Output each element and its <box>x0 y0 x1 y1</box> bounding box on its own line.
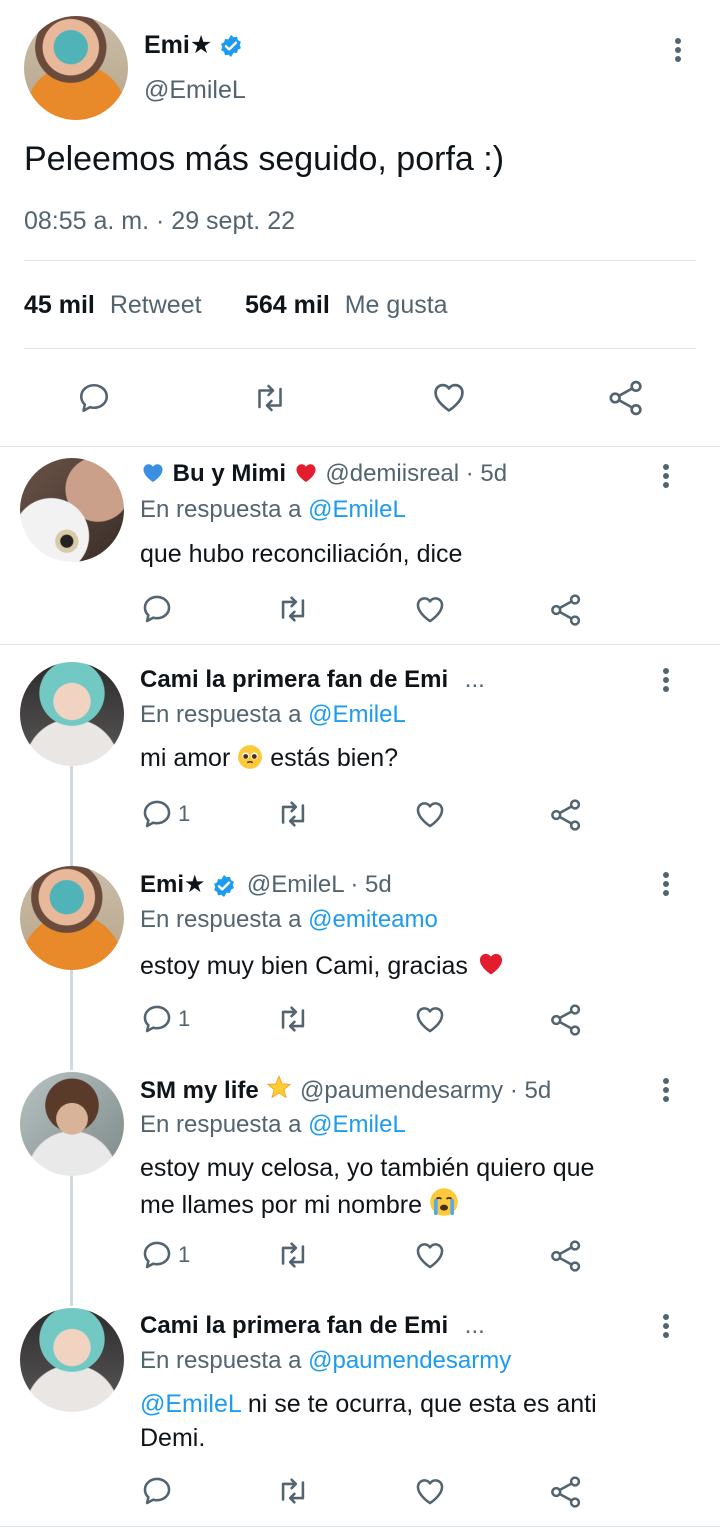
reply-context: En respuesta a @EmileL <box>140 1111 406 1138</box>
reply-context: En respuesta a @EmileL <box>140 496 406 523</box>
retweets-label: Retweet <box>109 291 202 319</box>
reply-header: Bu y Mimi @demiisreal · 5d <box>140 460 507 488</box>
pleading-face-emoji-icon <box>238 745 263 769</box>
reply-time[interactable]: · 5d <box>350 871 391 898</box>
reply-text-line: Demi. <box>140 1424 206 1452</box>
more-options-icon[interactable] <box>662 668 670 695</box>
reply-avatar[interactable] <box>20 458 124 562</box>
reply-avatar[interactable] <box>20 866 124 970</box>
likes-count: 564 mil <box>245 291 330 319</box>
tweet-text: Peleemos más seguido, porfa :) <box>24 140 505 178</box>
more-options-icon[interactable] <box>674 38 682 65</box>
divider <box>0 1526 720 1527</box>
reply-text: estoy muy bien Cami, gracias <box>140 950 507 981</box>
reply-display-name[interactable]: SM my life <box>140 1077 259 1104</box>
retweet-icon[interactable] <box>250 380 290 416</box>
crying-face-emoji-icon <box>430 1188 458 1216</box>
reply-icon[interactable] <box>140 797 174 836</box>
share-icon[interactable] <box>548 592 584 633</box>
reply-display-name[interactable]: Cami la primera fan de Emi <box>140 1312 448 1339</box>
like-icon[interactable] <box>412 1002 448 1041</box>
reply-count: 1 <box>178 1006 191 1031</box>
share-icon[interactable] <box>548 797 584 838</box>
reply-avatar[interactable] <box>20 662 124 766</box>
likes-label: Me gusta <box>344 291 448 319</box>
reply-text: que hubo reconciliación, dice <box>140 540 463 568</box>
divider <box>24 348 696 349</box>
retweet-icon[interactable] <box>274 1474 312 1513</box>
retweet-icon[interactable] <box>274 1238 312 1277</box>
reply-to-mention[interactable]: @EmileL <box>308 1111 406 1138</box>
reply-context: En respuesta a @paumendesarmy <box>140 1347 512 1374</box>
verified-badge-icon <box>214 874 235 897</box>
red-heart-icon <box>296 464 316 482</box>
reply-text: mi amor estás bien? <box>140 744 399 772</box>
verified-badge-icon <box>221 35 242 58</box>
reply-to-mention[interactable]: @EmileL <box>308 496 406 523</box>
more-options-icon[interactable] <box>662 872 670 899</box>
reply-header: Cami la primera fan de Emi ... <box>140 1312 485 1339</box>
reply-to-mention[interactable]: @emiteamo <box>308 906 438 933</box>
thread-line <box>70 970 73 1070</box>
divider <box>0 644 720 645</box>
reply-context: En respuesta a @EmileL <box>140 701 406 728</box>
reply-text-line: estoy muy celosa, yo también quiero que <box>140 1154 595 1182</box>
author-display-name[interactable]: Emi★ <box>144 30 243 60</box>
like-icon[interactable] <box>412 1474 448 1513</box>
reply-icon[interactable] <box>140 592 174 631</box>
like-icon[interactable] <box>429 378 469 416</box>
retweet-icon[interactable] <box>274 1002 312 1041</box>
reply-avatar[interactable] <box>20 1072 124 1176</box>
share-icon[interactable] <box>548 1474 584 1515</box>
more-options-icon[interactable] <box>662 464 670 491</box>
reply-header: Cami la primera fan de Emi ... <box>140 666 485 693</box>
like-icon[interactable] <box>412 1238 448 1277</box>
reply-handle[interactable]: @EmileL <box>247 871 344 898</box>
likes-stats[interactable]: 564 mil Me gusta <box>245 291 448 320</box>
divider <box>0 446 720 447</box>
glowing-star-icon <box>267 1075 292 1099</box>
reply-text-line: @EmileL ni se te ocurra, que esta es ant… <box>140 1390 597 1418</box>
author-avatar[interactable] <box>24 16 128 120</box>
reply-icon[interactable] <box>140 1474 174 1513</box>
reply-to-mention[interactable]: @paumendesarmy <box>308 1347 511 1374</box>
thread-line <box>70 1174 73 1306</box>
reply-count: 1 <box>178 1242 191 1267</box>
blue-heart-icon <box>143 464 163 482</box>
reply-header: Emi★ @EmileL · 5d <box>140 870 392 899</box>
reply-header: SM my life @paumendesarmy · 5d <box>140 1074 551 1105</box>
more-options-icon[interactable] <box>662 1078 670 1105</box>
reply-icon[interactable] <box>140 1002 174 1041</box>
reply-icon[interactable] <box>140 1238 174 1277</box>
retweet-icon[interactable] <box>274 797 312 836</box>
reply-icon[interactable] <box>76 380 112 416</box>
reply-display-name[interactable]: Cami la primera fan de Emi <box>140 666 448 693</box>
reply-time[interactable]: · 5d <box>466 460 507 487</box>
reply-handle[interactable]: @demiisreal <box>325 460 459 487</box>
reply-display-name[interactable]: Bu y Mimi <box>173 460 286 487</box>
like-icon[interactable] <box>412 592 448 631</box>
red-heart-icon <box>479 953 502 975</box>
reply-avatar[interactable] <box>20 1308 124 1412</box>
share-icon[interactable] <box>548 1002 584 1043</box>
reply-count: 1 <box>178 801 191 826</box>
reply-handle[interactable]: @paumendesarmy <box>300 1077 503 1104</box>
reply-display-name[interactable]: Emi★ <box>140 871 206 898</box>
tweet-timestamp[interactable]: 08:55 a. m. · 29 sept. 22 <box>24 207 295 236</box>
like-icon[interactable] <box>412 797 448 836</box>
retweets-count: 45 mil <box>24 291 95 319</box>
more-options-icon[interactable] <box>662 1314 670 1341</box>
reply-text-line: me llames por mi nombre <box>140 1187 459 1220</box>
share-icon[interactable] <box>548 1238 584 1279</box>
author-handle[interactable]: @EmileL <box>144 76 246 105</box>
thread-line <box>70 766 73 866</box>
reply-time[interactable]: · 5d <box>510 1077 551 1104</box>
mention-link[interactable]: @EmileL <box>140 1390 241 1418</box>
reply-context: En respuesta a @emiteamo <box>140 906 438 933</box>
retweet-stats[interactable]: 45 mil Retweet <box>24 291 202 320</box>
retweet-icon[interactable] <box>274 592 312 631</box>
divider <box>24 260 696 261</box>
share-icon[interactable] <box>606 378 646 418</box>
reply-to-mention[interactable]: @EmileL <box>308 701 406 728</box>
